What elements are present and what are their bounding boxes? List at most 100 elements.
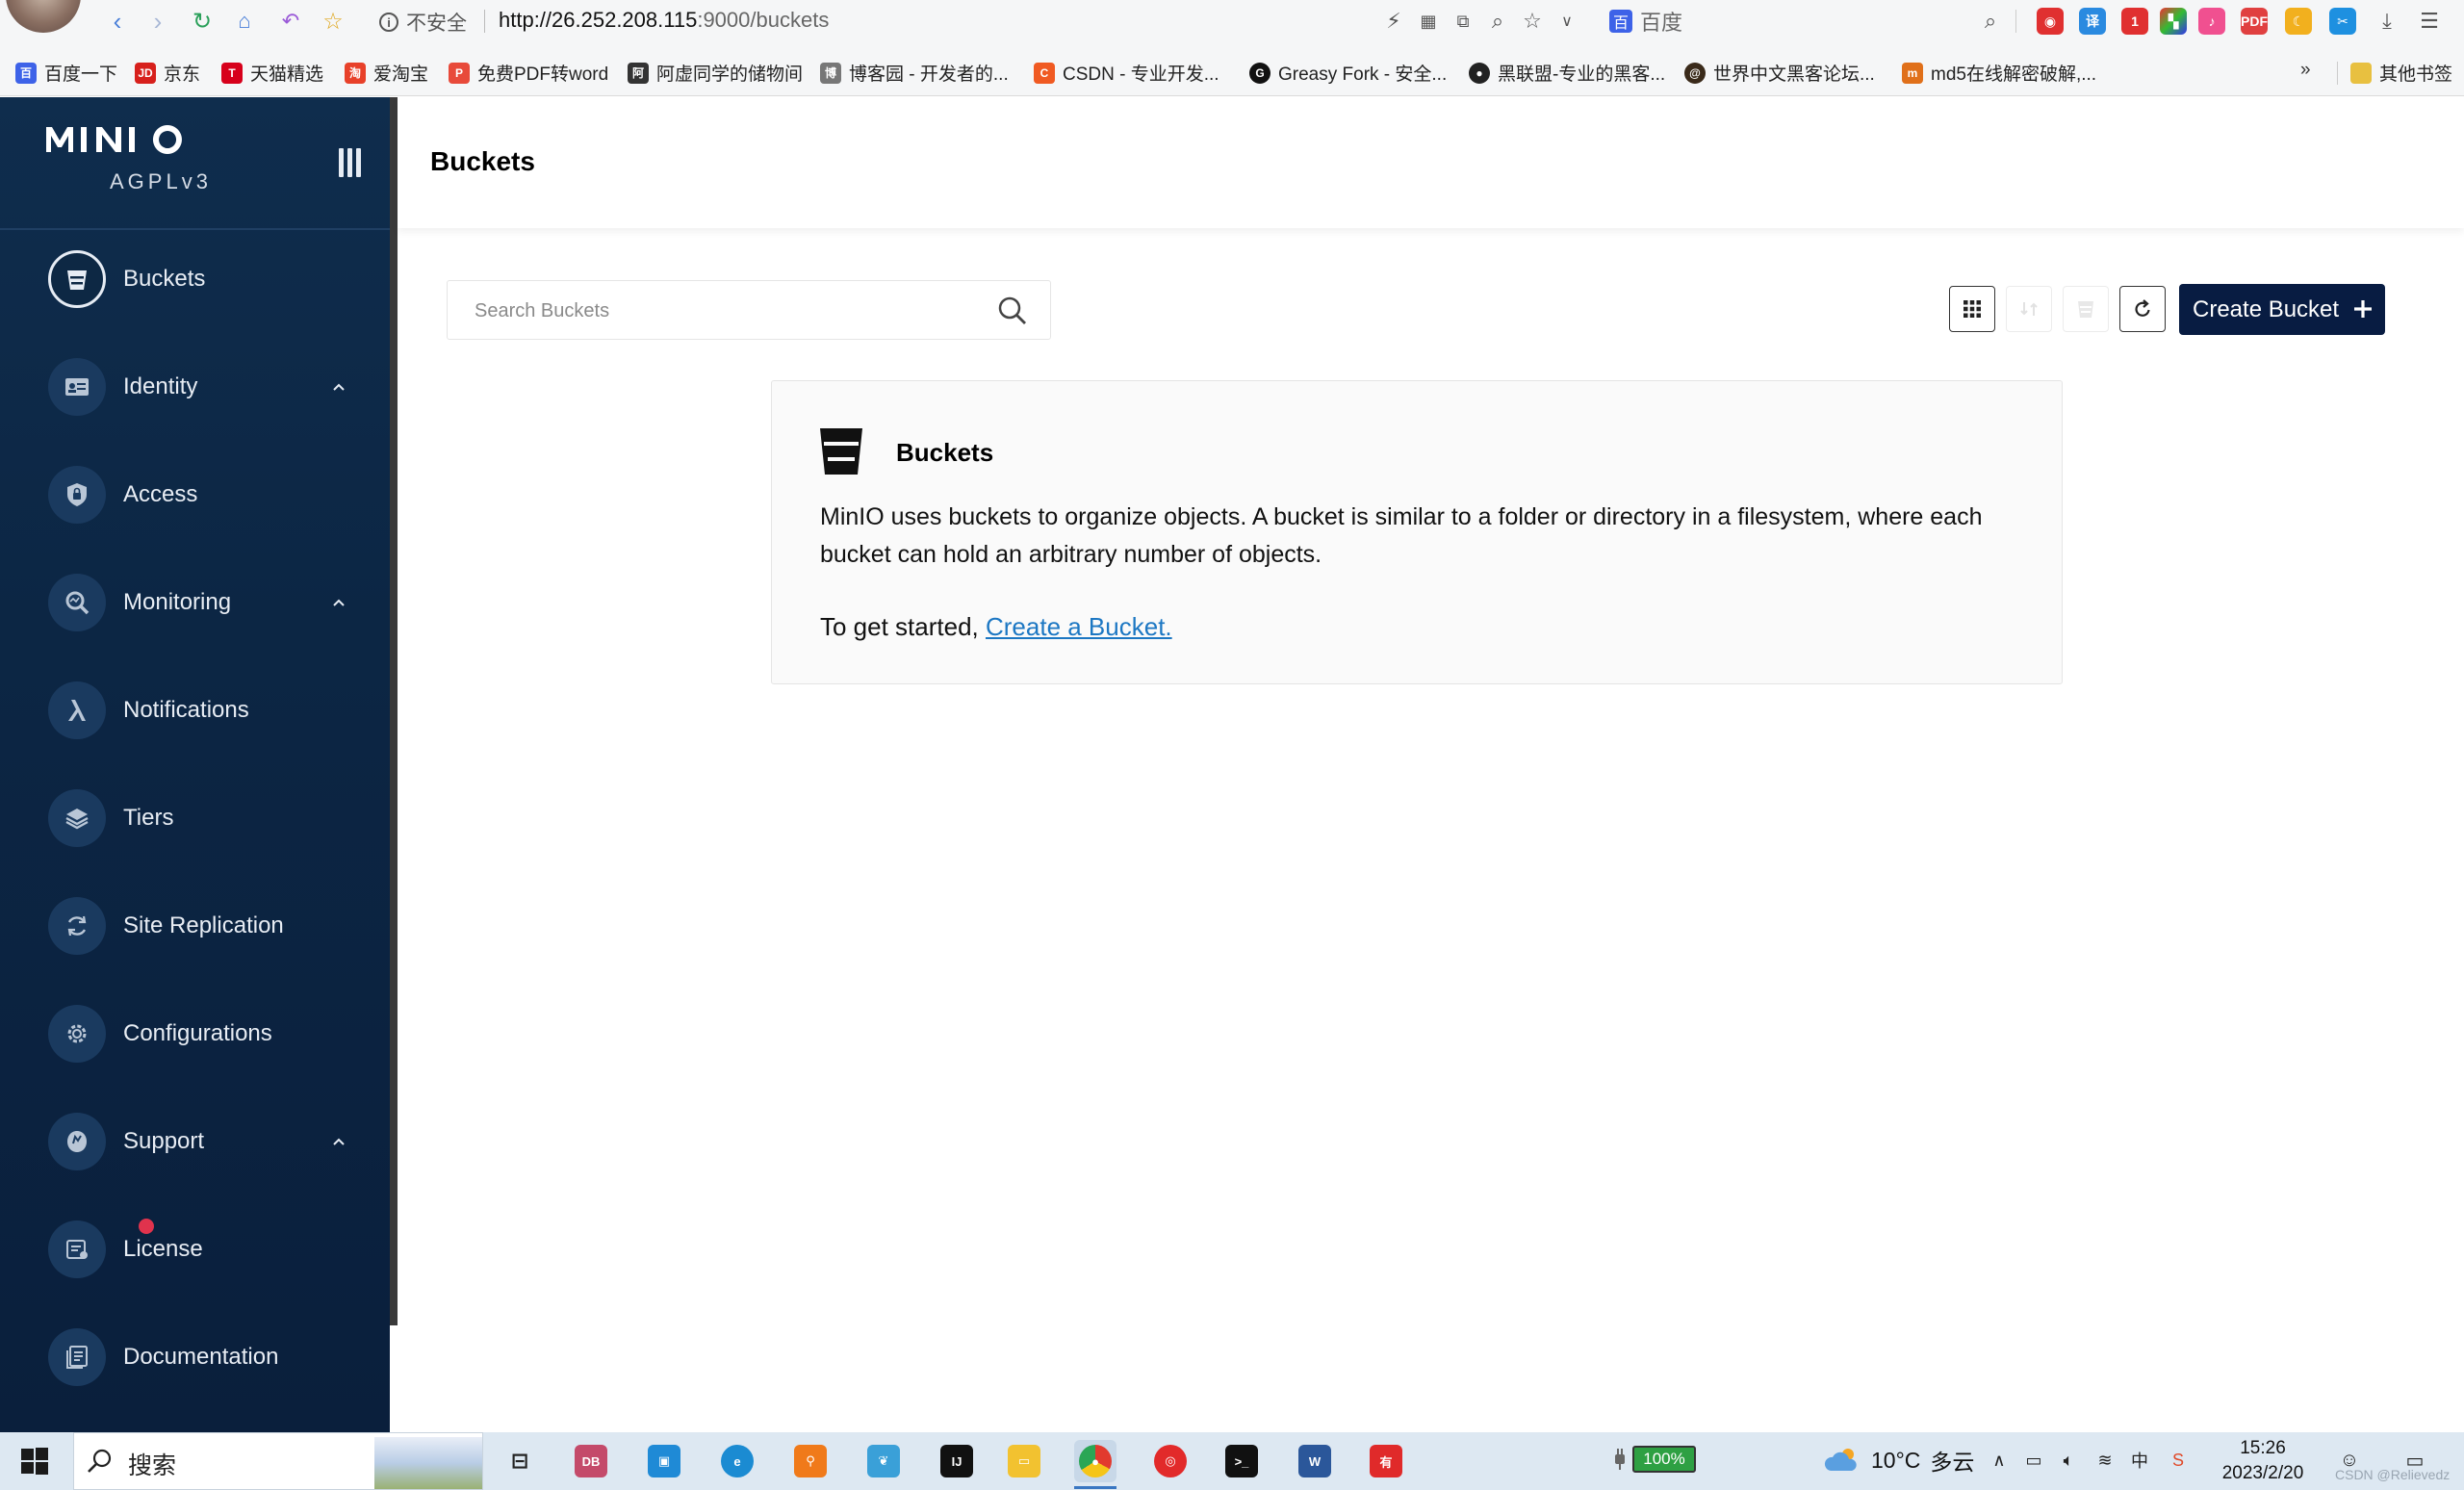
back-icon[interactable]: ‹: [102, 6, 133, 37]
replication-button[interactable]: [2006, 286, 2052, 332]
sidebar-item-configurations[interactable]: Configurations: [0, 989, 390, 1078]
delete-bucket-button[interactable]: [2063, 286, 2109, 332]
bookmark-item[interactable]: @ 世界中文黑客论坛...: [1684, 60, 1875, 86]
sidebar-item-monitoring[interactable]: Monitoring: [0, 558, 390, 647]
favorite-star-icon[interactable]: ☆: [1519, 8, 1546, 35]
volume-icon[interactable]: 🔈︎: [2056, 1448, 2081, 1473]
sidebar-item-site-replication[interactable]: Site Replication: [0, 882, 390, 970]
weather-widget[interactable]: 10°C 多云: [1823, 1444, 1974, 1477]
bookmark-item[interactable]: G Greasy Fork - 安全...: [1249, 60, 1447, 86]
reload-icon[interactable]: ↻: [187, 6, 218, 37]
app-word-icon[interactable]: W: [1294, 1440, 1336, 1482]
translate-icon[interactable]: ⧉: [1450, 8, 1476, 35]
security-indicator[interactable]: i 不安全: [379, 8, 467, 37]
layers-icon: [48, 789, 106, 847]
extension-game-icon[interactable]: ◉: [2037, 8, 2064, 35]
input-method-icon[interactable]: 中: [2127, 1448, 2152, 1473]
app-feather-icon[interactable]: ❦: [862, 1440, 905, 1482]
sidebar-scrollbar[interactable]: [390, 97, 398, 1325]
sidebar-item-label: Buckets: [123, 266, 206, 292]
search-input[interactable]: [475, 295, 975, 327]
sidebar-item-documentation[interactable]: Documentation: [0, 1313, 390, 1401]
sidebar-item-label: Monitoring: [123, 589, 232, 615]
app-search-tool-icon[interactable]: ⚲: [789, 1440, 832, 1482]
bookmark-item[interactable]: P 免费PDF转word: [449, 60, 608, 86]
sidebar-item-identity[interactable]: Identity: [0, 343, 390, 431]
app-terminal-icon[interactable]: >_: [1220, 1440, 1263, 1482]
extension-badge-icon[interactable]: 1: [2121, 8, 2148, 35]
home-icon[interactable]: ⌂: [229, 6, 260, 37]
download-icon[interactable]: ⤓: [2374, 8, 2400, 35]
refresh-button[interactable]: [2119, 286, 2166, 332]
sidebar-item-label: Identity: [123, 373, 198, 399]
chevron-up-icon[interactable]: [331, 1134, 346, 1149]
app-tray-icon[interactable]: S: [2166, 1448, 2191, 1473]
extension-moon-icon[interactable]: ☾: [2285, 8, 2312, 35]
sidebar-item-tiers[interactable]: Tiers: [0, 774, 390, 862]
bookmark-item[interactable]: 阿阿虚同学的储物间: [628, 60, 803, 86]
system-clock[interactable]: 15:26 2023/2/20: [2210, 1436, 2316, 1486]
search-icon[interactable]: [996, 295, 1029, 327]
taskbar-search[interactable]: 搜索: [73, 1432, 483, 1490]
chevron-down-icon[interactable]: ∨: [1553, 8, 1580, 35]
clock-time: 15:26: [2240, 1438, 2286, 1458]
profile-avatar[interactable]: [6, 0, 81, 33]
sidebar-item-buckets[interactable]: Buckets: [0, 235, 390, 323]
extension-music-icon[interactable]: ♪: [2198, 8, 2225, 35]
other-bookmarks-folder[interactable]: 其他书签: [2350, 60, 2452, 86]
security-label: 不安全: [406, 13, 467, 35]
collapse-sidebar-button[interactable]: [339, 148, 364, 177]
battery-indicator[interactable]: 100%: [1613, 1446, 1696, 1473]
card-call-to-action: To get started, Create a Bucket.: [820, 612, 1172, 642]
chevron-up-icon[interactable]: ∧: [1987, 1448, 2012, 1473]
search-bar[interactable]: [447, 280, 1051, 340]
wifi-icon[interactable]: ≋: [2092, 1448, 2118, 1473]
url-field[interactable]: http://26.252.208.115:9000/buckets: [499, 8, 829, 33]
bookmark-item[interactable]: 百百度一下: [15, 60, 117, 86]
grid-view-button[interactable]: [1949, 286, 1995, 332]
create-bucket-button[interactable]: Create Bucket: [2179, 284, 2385, 335]
app-virtualbox-icon[interactable]: ▣: [643, 1440, 685, 1482]
qr-code-icon[interactable]: ▦: [1415, 8, 1442, 35]
extension-translate-icon[interactable]: 译: [2079, 8, 2106, 35]
bookmark-item[interactable]: m md5在线解密破解,...: [1902, 60, 2096, 86]
extension-apps-icon[interactable]: ▚: [2160, 8, 2187, 35]
sidebar-item-notifications[interactable]: Notifications: [0, 666, 390, 755]
app-netease-music-icon[interactable]: ◎: [1149, 1440, 1192, 1482]
sidebar-item-label: License: [123, 1236, 203, 1262]
forward-icon[interactable]: ›: [142, 6, 173, 37]
menu-icon[interactable]: ☰: [2416, 8, 2443, 35]
windows-start-icon[interactable]: [19, 1446, 50, 1477]
search-engine-box[interactable]: 百 百度: [1609, 6, 1682, 37]
extension-scissors-icon[interactable]: ✂: [2329, 8, 2356, 35]
app-file-explorer-icon[interactable]: ▭: [1003, 1440, 1045, 1482]
sidebar-item-support[interactable]: Support: [0, 1097, 390, 1186]
more-bookmarks-button[interactable]: »: [2300, 60, 2311, 81]
bookmark-item[interactable]: ● 黑联盟-专业的黑客...: [1469, 60, 1665, 86]
bookmark-item[interactable]: C CSDN - 专业开发...: [1034, 60, 1219, 86]
app-edge-icon[interactable]: e: [716, 1440, 758, 1482]
bookmark-item[interactable]: 淘爱淘宝: [345, 60, 428, 86]
app-database-icon[interactable]: DB: [570, 1440, 612, 1482]
zoom-icon[interactable]: ⌕: [1484, 8, 1511, 35]
bookmark-item[interactable]: JD 京东: [135, 60, 200, 86]
sidebar-item-access[interactable]: Access: [0, 450, 390, 539]
bookmark-item[interactable]: 博博客园 - 开发者的...: [820, 60, 1009, 86]
bookmark-star-icon[interactable]: ☆: [318, 6, 348, 37]
lightning-icon[interactable]: ⚡: [1380, 8, 1407, 35]
chevron-up-icon[interactable]: [331, 379, 346, 395]
create-bucket-link[interactable]: Create a Bucket.: [986, 612, 1172, 641]
app-youdao-icon[interactable]: 有: [1365, 1440, 1407, 1482]
app-chrome-icon[interactable]: ●: [1074, 1440, 1116, 1482]
search-icon[interactable]: ⌕: [1977, 8, 2004, 35]
undo-icon[interactable]: ↶: [275, 6, 306, 37]
chevron-up-icon[interactable]: [331, 595, 346, 610]
app-intellij-icon[interactable]: IJ: [936, 1440, 978, 1482]
bookmark-favicon-icon: ●: [1469, 62, 1490, 84]
bookmark-favicon-icon: JD: [135, 62, 156, 84]
bookmark-item[interactable]: T 天猫精选: [221, 60, 323, 86]
task-view-icon[interactable]: ⊟: [499, 1440, 541, 1482]
battery-icon[interactable]: ▭: [2021, 1448, 2046, 1473]
extension-pdf-icon[interactable]: PDF: [2241, 8, 2268, 35]
sidebar-item-license[interactable]: License: [0, 1205, 390, 1294]
